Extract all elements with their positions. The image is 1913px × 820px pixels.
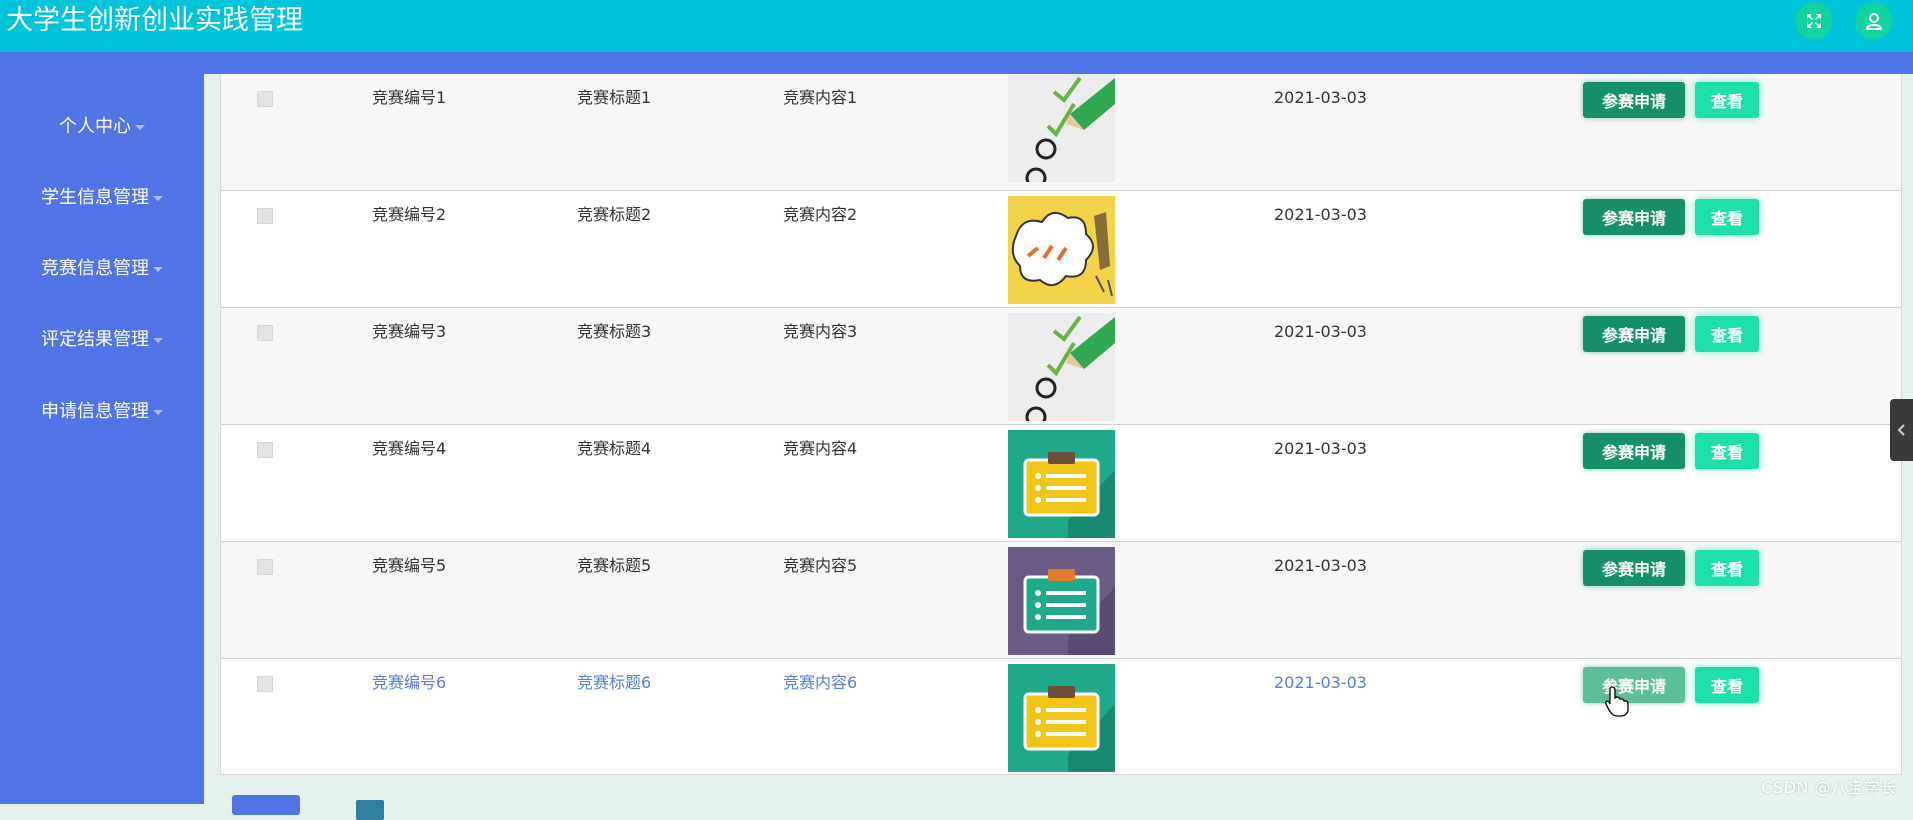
table-row: 竞赛编号2 竞赛标题2 竞赛内容2 2021-03-03 参赛申请 查看 — [221, 191, 1901, 308]
sidebar-item-competition-info[interactable]: 竞赛信息管理 — [0, 256, 204, 282]
competition-number: 竞赛编号2 — [372, 205, 447, 224]
sub-header-strip — [0, 52, 1913, 74]
competition-content: 竞赛内容4 — [783, 439, 858, 458]
competition-date: 2021-03-03 — [1274, 322, 1367, 341]
chevron-down-icon — [135, 124, 145, 130]
sidebar: 个人中心 学生信息管理 竞赛信息管理 评定结果管理 申请信息管理 — [0, 74, 204, 804]
table-row: 竞赛编号6 竞赛标题6 竞赛内容6 2021-03-03 参赛申请 查看 — [221, 659, 1901, 774]
row-checkbox[interactable] — [257, 208, 273, 224]
watermark: CSDN @八宝学长 — [1761, 778, 1897, 797]
competition-content: 竞赛内容1 — [783, 88, 858, 107]
apply-button[interactable]: 参赛申请 — [1583, 82, 1685, 118]
competition-title: 竞赛标题3 — [577, 322, 652, 341]
competition-content: 竞赛内容2 — [783, 205, 858, 224]
sidebar-item-student-info[interactable]: 学生信息管理 — [0, 185, 204, 211]
user-icon[interactable] — [1856, 3, 1892, 39]
view-button[interactable]: 查看 — [1695, 199, 1759, 235]
competition-image — [1008, 664, 1115, 772]
sidebar-item-label: 竞赛信息管理 — [41, 258, 149, 279]
view-button[interactable]: 查看 — [1695, 667, 1759, 703]
competition-title: 竞赛标题6 — [577, 673, 652, 692]
row-checkbox[interactable] — [257, 91, 273, 107]
apply-button[interactable]: 参赛申请 — [1583, 667, 1685, 703]
competition-content: 竞赛内容6 — [783, 673, 858, 692]
competition-content: 竞赛内容5 — [783, 556, 858, 575]
apply-button[interactable]: 参赛申请 — [1583, 199, 1685, 235]
competition-image — [1008, 430, 1115, 538]
row-checkbox[interactable] — [257, 325, 273, 341]
competition-date: 2021-03-03 — [1274, 673, 1367, 692]
competition-date: 2021-03-03 — [1274, 556, 1367, 575]
competition-date: 2021-03-03 — [1274, 88, 1367, 107]
chevron-down-icon — [153, 195, 163, 201]
fullscreen-icon[interactable] — [1796, 3, 1832, 39]
chevron-down-icon — [153, 409, 163, 415]
competition-number: 竞赛编号4 — [372, 439, 447, 458]
top-header-bar: 大学生创新创业实践管理 — [0, 0, 1913, 52]
competition-number: 竞赛编号6 — [372, 673, 447, 692]
sidebar-item-label: 个人中心 — [59, 116, 131, 137]
competition-image — [1008, 196, 1115, 304]
apply-button[interactable]: 参赛申请 — [1583, 433, 1685, 469]
chevron-left-icon — [1897, 424, 1905, 436]
row-checkbox[interactable] — [257, 676, 273, 692]
view-button[interactable]: 查看 — [1695, 316, 1759, 352]
competition-image — [1008, 547, 1115, 655]
view-button[interactable]: 查看 — [1695, 433, 1759, 469]
sidebar-item-application-info[interactable]: 申请信息管理 — [0, 399, 204, 425]
table-row: 竞赛编号4 竞赛标题4 竞赛内容4 2021-03-03 参赛申请 查看 — [221, 425, 1901, 542]
pagination-button[interactable] — [232, 795, 300, 815]
collapse-panel-toggle[interactable] — [1890, 399, 1913, 461]
app-title: 大学生创新创业实践管理 — [6, 5, 303, 36]
competition-number: 竞赛编号1 — [372, 88, 447, 107]
sidebar-item-evaluation-results[interactable]: 评定结果管理 — [0, 327, 204, 353]
competition-title: 竞赛标题1 — [577, 88, 652, 107]
apply-button[interactable]: 参赛申请 — [1583, 316, 1685, 352]
chevron-down-icon — [153, 266, 163, 272]
hand-cursor-icon — [1605, 686, 1629, 717]
sidebar-item-personal-center[interactable]: 个人中心 — [0, 114, 204, 140]
competition-table: 竞赛编号1 竞赛标题1 竞赛内容1 2021-03-03 参赛申请 查看 竞赛编… — [220, 74, 1902, 775]
competition-image — [1008, 313, 1115, 421]
competition-number: 竞赛编号5 — [372, 556, 447, 575]
competition-date: 2021-03-03 — [1274, 205, 1367, 224]
apply-button[interactable]: 参赛申请 — [1583, 550, 1685, 586]
row-checkbox[interactable] — [257, 442, 273, 458]
competition-title: 竞赛标题2 — [577, 205, 652, 224]
sidebar-item-label: 学生信息管理 — [41, 187, 149, 208]
row-checkbox[interactable] — [257, 559, 273, 575]
competition-title: 竞赛标题5 — [577, 556, 652, 575]
competition-content: 竞赛内容3 — [783, 322, 858, 341]
view-button[interactable]: 查看 — [1695, 550, 1759, 586]
view-button[interactable]: 查看 — [1695, 82, 1759, 118]
competition-date: 2021-03-03 — [1274, 439, 1367, 458]
table-row: 竞赛编号5 竞赛标题5 竞赛内容5 2021-03-03 参赛申请 查看 — [221, 542, 1901, 659]
table-row: 竞赛编号3 竞赛标题3 竞赛内容3 2021-03-03 参赛申请 查看 — [221, 308, 1901, 425]
competition-image — [1008, 74, 1115, 182]
pagination-page[interactable] — [356, 800, 384, 820]
competition-title: 竞赛标题4 — [577, 439, 652, 458]
table-row: 竞赛编号1 竞赛标题1 竞赛内容1 2021-03-03 参赛申请 查看 — [221, 74, 1901, 191]
sidebar-item-label: 评定结果管理 — [41, 329, 149, 350]
chevron-down-icon — [153, 337, 163, 343]
sidebar-item-label: 申请信息管理 — [41, 401, 149, 422]
competition-number: 竞赛编号3 — [372, 322, 447, 341]
